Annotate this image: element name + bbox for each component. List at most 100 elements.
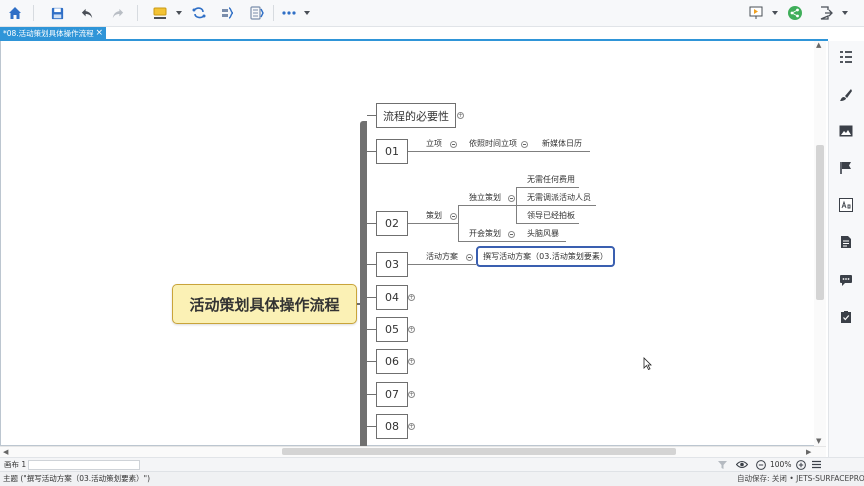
collapse-icon[interactable] xyxy=(450,213,457,220)
undo-icon[interactable] xyxy=(77,3,97,23)
scroll-left-icon[interactable]: ◀ xyxy=(3,448,8,456)
toolbar-divider xyxy=(33,5,34,21)
boundary-icon[interactable] xyxy=(247,3,267,23)
collapse-icon[interactable] xyxy=(450,141,457,148)
branch-line xyxy=(367,264,376,265)
chevron-down-icon[interactable] xyxy=(302,7,312,19)
autosave-status: 自动保存: 关闭 • JETS-SURFACEPRO xyxy=(737,472,864,486)
topic-02[interactable]: 02 xyxy=(376,211,408,236)
subtopic-no-cost[interactable]: 无需任何费用 xyxy=(527,174,575,186)
topic-style-icon[interactable] xyxy=(150,3,170,23)
format-brush-icon[interactable] xyxy=(837,86,855,104)
filter-icon[interactable] xyxy=(718,461,727,471)
branch-line xyxy=(516,223,579,224)
comment-icon[interactable] xyxy=(837,271,855,289)
save-icon[interactable] xyxy=(47,3,67,23)
collapse-icon[interactable] xyxy=(508,231,515,238)
branch-line xyxy=(367,223,376,224)
central-connector xyxy=(357,303,363,305)
branch-line xyxy=(408,151,590,152)
notes-icon[interactable] xyxy=(837,233,855,251)
topic-06[interactable]: 06 xyxy=(376,349,408,374)
branch-line xyxy=(367,115,376,116)
outline-icon[interactable] xyxy=(837,48,855,66)
share-icon[interactable] xyxy=(785,3,805,23)
expand-icon[interactable]: + xyxy=(408,423,415,430)
branch-line xyxy=(458,241,566,242)
horizontal-scroll-thumb[interactable] xyxy=(282,448,676,455)
branch-line xyxy=(408,223,458,224)
expand-icon[interactable]: + xyxy=(408,294,415,301)
branch-line xyxy=(458,205,516,206)
home-icon[interactable] xyxy=(5,3,25,23)
branch-line xyxy=(367,329,376,330)
scroll-down-icon[interactable]: ▼ xyxy=(816,437,821,445)
sheet-strip[interactable] xyxy=(28,460,140,470)
topic-05[interactable]: 05 xyxy=(376,317,408,342)
subtopic-independent[interactable]: 独立策划 xyxy=(469,192,501,204)
sticker-icon[interactable] xyxy=(837,196,855,214)
branch-line xyxy=(408,264,476,265)
chevron-down-icon[interactable] xyxy=(770,7,780,19)
task-icon[interactable] xyxy=(837,308,855,326)
expand-icon[interactable]: + xyxy=(408,326,415,333)
device-name: JETS-SURFACEPRO xyxy=(796,474,864,483)
topic-04[interactable]: 04 xyxy=(376,285,408,310)
collapse-icon[interactable] xyxy=(521,141,528,148)
present-icon[interactable] xyxy=(746,3,766,23)
topic-01[interactable]: 01 xyxy=(376,139,408,164)
central-topic[interactable]: 活动策划具体操作流程 xyxy=(172,284,357,324)
main-toolbar xyxy=(0,0,864,27)
more-icon[interactable] xyxy=(279,3,299,23)
zoom-level: 100% xyxy=(770,460,792,469)
subtopic-plan[interactable]: 活动方案 xyxy=(426,251,458,263)
info-bar: 主题 ("撰写活动方案（03.活动策划要素）") 自动保存: 关闭 • JETS… xyxy=(0,471,864,486)
collapse-icon[interactable] xyxy=(508,195,515,202)
selected-topic[interactable]: 撰写活动方案（03.活动策划要素） xyxy=(476,246,615,267)
topic-necessity[interactable]: 流程的必要性 xyxy=(376,103,456,128)
subtopic-lixiang[interactable]: 立项 xyxy=(426,138,442,150)
export-icon[interactable] xyxy=(816,3,836,23)
subtopic-calendar[interactable]: 新媒体日历 xyxy=(542,138,582,150)
redo-icon[interactable] xyxy=(107,3,127,23)
expand-icon[interactable]: + xyxy=(408,391,415,398)
subtopic-meeting[interactable]: 开会策划 xyxy=(469,228,501,240)
selection-info: 主题 ("撰写活动方案（03.活动策划要素）") xyxy=(3,474,151,483)
branch-line xyxy=(367,151,376,152)
branch-line xyxy=(367,426,376,427)
image-icon[interactable] xyxy=(837,122,855,140)
toolbar-divider xyxy=(137,5,138,21)
menu-icon[interactable] xyxy=(812,460,821,471)
subtopic-no-staff[interactable]: 无需调派活动人员 xyxy=(527,192,591,204)
summary-icon[interactable] xyxy=(218,3,238,23)
subtopic-approved[interactable]: 领导已经拍板 xyxy=(527,210,575,222)
mindmap-canvas[interactable] xyxy=(0,41,826,446)
topic-07[interactable]: 07 xyxy=(376,382,408,407)
expand-icon[interactable]: + xyxy=(408,358,415,365)
branch-line xyxy=(367,361,376,362)
relationship-icon[interactable] xyxy=(189,3,209,23)
expand-icon[interactable]: + xyxy=(457,112,464,119)
chevron-down-icon[interactable] xyxy=(174,7,184,19)
vertical-scroll-thumb[interactable] xyxy=(816,145,824,300)
autosave-text[interactable]: 自动保存: 关闭 xyxy=(737,474,787,483)
eye-icon[interactable] xyxy=(735,460,749,471)
topic-03[interactable]: 03 xyxy=(376,252,408,277)
subtopic-by-time[interactable]: 依照时间立项 xyxy=(469,138,517,150)
subtopic-brainstorm[interactable]: 头脑风暴 xyxy=(527,228,559,240)
topic-08[interactable]: 08 xyxy=(376,414,408,439)
chevron-down-icon[interactable] xyxy=(840,7,850,19)
scroll-up-icon[interactable]: ▲ xyxy=(816,41,821,49)
scroll-right-icon[interactable]: ▶ xyxy=(806,448,811,456)
subtopic-cehua[interactable]: 策划 xyxy=(426,210,442,222)
collapse-icon[interactable] xyxy=(466,254,473,261)
branch-line xyxy=(516,205,596,206)
toolbar-divider xyxy=(273,5,274,21)
marker-flag-icon[interactable] xyxy=(837,159,855,177)
mouse-cursor-icon xyxy=(643,355,652,374)
branch-line xyxy=(458,205,459,241)
branch-line xyxy=(367,297,376,298)
branch-line xyxy=(367,394,376,395)
sheet-tab[interactable]: 画布 1 xyxy=(4,458,26,471)
branch-line xyxy=(516,187,579,188)
